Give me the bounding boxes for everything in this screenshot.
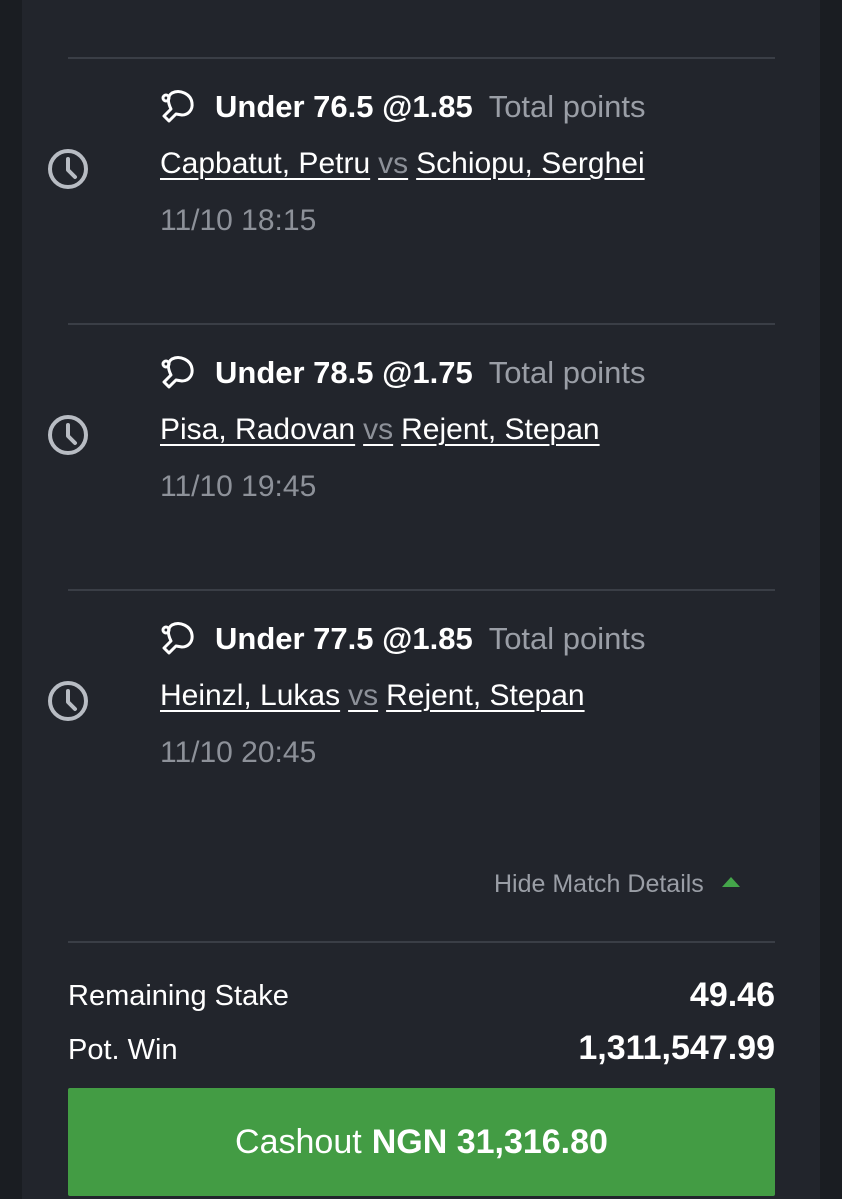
caret-up-icon[interactable] xyxy=(721,877,740,888)
market-line: Under 77.5 @1.85 Total points xyxy=(215,621,646,657)
remaining-stake-value: 49.46 xyxy=(689,976,775,1014)
vs-label: vs xyxy=(363,413,394,446)
selection-odds: Under 76.5 @1.85 xyxy=(215,89,473,124)
table-tennis-icon xyxy=(161,90,194,123)
match-link[interactable]: Heinzl, Lukas vs Rejent, Stepan xyxy=(160,678,585,714)
remaining-stake-label: Remaining Stake xyxy=(68,980,289,1012)
clock-icon xyxy=(48,681,88,721)
away-player[interactable]: Rejent, Stepan xyxy=(386,679,584,712)
home-player[interactable]: Heinzl, Lukas xyxy=(160,679,340,712)
table-tennis-icon xyxy=(161,622,194,655)
home-player[interactable]: Pisa, Radovan xyxy=(160,413,355,446)
hide-match-details-label[interactable]: Hide Match Details xyxy=(494,870,704,898)
home-player[interactable]: Capbatut, Petru xyxy=(160,147,370,180)
match-datetime: 11/10 19:45 xyxy=(160,470,317,503)
match-link[interactable]: Pisa, Radovan vs Rejent, Stepan xyxy=(160,412,600,448)
match-datetime: 11/10 18:15 xyxy=(160,204,317,237)
pot-win-value: 1,311,547.99 xyxy=(578,1029,775,1067)
cashout-label: Cashout xyxy=(235,1122,362,1161)
match-datetime: 11/10 20:45 xyxy=(160,736,317,769)
clock-icon xyxy=(48,149,88,189)
hide-match-details-toggle[interactable]: Hide Match Details xyxy=(494,867,740,901)
cashout-button[interactable]: Cashout NGN 31,316.80 xyxy=(68,1088,775,1196)
away-player[interactable]: Schiopu, Serghei xyxy=(416,147,645,180)
market-line: Under 76.5 @1.85 Total points xyxy=(215,89,646,125)
table-tennis-icon xyxy=(161,356,194,389)
market-type: Total points xyxy=(488,355,646,390)
market-type: Total points xyxy=(488,89,646,124)
selection-odds: Under 78.5 @1.75 xyxy=(215,355,473,390)
market-type: Total points xyxy=(488,621,646,656)
bet-selection-item: Under 77.5 @1.85 Total points Heinzl, Luk… xyxy=(0,532,842,769)
cashout-amount: NGN 31,316.80 xyxy=(371,1122,608,1161)
match-link[interactable]: Capbatut, Petru vs Schiopu, Serghei xyxy=(160,146,645,182)
bet-selection-item: Under 78.5 @1.75 Total points Pisa, Radov… xyxy=(0,266,842,503)
bet-selection-item: Under 76.5 @1.85 Total points Capbatut, P… xyxy=(0,0,842,237)
pot-win-label: Pot. Win xyxy=(68,1034,178,1066)
vs-label: vs xyxy=(378,147,409,180)
selection-odds: Under 77.5 @1.85 xyxy=(215,621,473,656)
clock-icon xyxy=(48,415,88,455)
market-line: Under 78.5 @1.75 Total points xyxy=(215,355,646,391)
vs-label: vs xyxy=(348,679,379,712)
away-player[interactable]: Rejent, Stepan xyxy=(401,413,599,446)
divider xyxy=(68,941,775,943)
